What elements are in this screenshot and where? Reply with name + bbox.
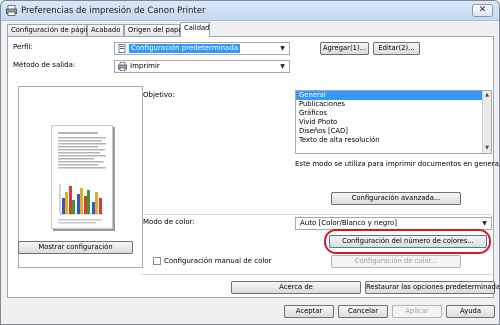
preview-document-graphic [58,132,106,224]
tab-paper-source[interactable]: Origen del papel [124,24,184,36]
scroll-up-icon[interactable]: ▲ [483,91,491,100]
objective-item-publications[interactable]: Publicaciones [296,100,491,109]
objective-item-general[interactable]: General [296,91,491,100]
close-icon: ✕ [478,5,487,15]
close-button[interactable]: ✕ [472,4,493,17]
tab-page-setup[interactable]: Configuración de página [7,24,94,36]
color-mode-value: Auto [Color/Blanco y negro] [300,219,397,227]
edit-profile-button[interactable]: Editar(2)... [373,42,420,55]
tab-finishing[interactable]: Acabado [87,24,124,36]
title-bar[interactable]: Preferencias de impresión de Canon Print… [1,1,499,21]
manual-color-checkbox[interactable] [153,257,161,265]
printer-icon [6,5,17,16]
profile-value: Configuración predeterminada [129,44,241,53]
section-divider [141,214,492,215]
window-title: Preferencias de impresión de Canon Print… [21,6,206,16]
advanced-settings-button[interactable]: Configuración avanzada... [331,192,461,205]
help-button[interactable]: Ayuda [446,305,495,318]
print-preferences-window: Preferencias de impresión de Canon Print… [0,0,500,325]
objective-label: Objetivo: [143,91,175,99]
output-method-value: Imprimir [130,62,160,70]
apply-button[interactable]: Aplicar [392,305,442,318]
profile-label: Perfil: [13,43,33,51]
output-method-label: Método de salida: [13,61,76,69]
profile-select[interactable]: Configuración predeterminada ▼ [114,42,290,55]
add-profile-button[interactable]: Agregar(1)... [320,42,369,55]
ok-button[interactable]: Aceptar [284,305,334,318]
objective-item-cad[interactable]: Diseños [CAD] [296,127,491,136]
output-method-select[interactable]: Imprimir ▼ [114,60,290,73]
cancel-button[interactable]: Cancelar [338,305,388,318]
show-settings-button[interactable]: Mostrar configuración [18,241,133,254]
objective-item-graphics[interactable]: Gráficos [296,109,491,118]
objective-item-vivid-photo[interactable]: Vivid Photo [296,118,491,127]
manual-color-label: Configuración manual de color [164,257,272,265]
objective-scrollbar[interactable]: ▲ ▼ [482,91,491,153]
objective-description: Este modo se utiliza para imprimir docum… [295,160,500,168]
chevron-down-icon: ▼ [482,220,487,227]
preview-page-thumbnail [51,125,113,229]
objective-item-high-res-text[interactable]: Texto de alta resolución [296,136,491,145]
scroll-down-icon[interactable]: ▼ [483,144,491,153]
restore-defaults-button[interactable]: Restaurar las opciones predeterminadas [365,281,499,294]
profile-page-icon [118,44,126,53]
quality-panel: Perfil: Configuración predeterminada ▼ A… [7,36,499,298]
about-button[interactable]: Acerca de [231,281,361,294]
color-mode-label: Modo de color: [143,218,195,226]
highlight-annotation-ring [324,229,491,254]
printer-icon [118,62,127,71]
chevron-down-icon: ▼ [280,45,285,52]
chevron-down-icon: ▼ [280,63,285,70]
tab-quality[interactable]: Calidad [180,22,210,37]
color-settings-button[interactable]: Configuración de color... [331,255,461,268]
objective-listbox[interactable]: General Publicaciones Gráficos Vivid Pho… [295,90,492,154]
section-divider [141,274,492,275]
